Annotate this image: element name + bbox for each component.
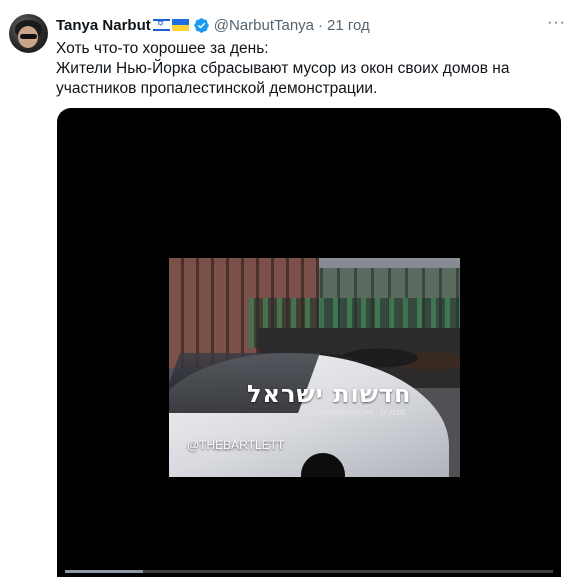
video-progress-bar[interactable] bbox=[65, 570, 553, 573]
flag-ukraine-icon bbox=[171, 19, 189, 31]
tweet-text: Хоть что-то хорошее за день: Жители Нью-… bbox=[56, 39, 561, 99]
video-player[interactable]: חדשות ישראל IsraelNewsLive · מבזקים @THE… bbox=[57, 108, 561, 577]
separator-dot: · bbox=[318, 16, 324, 34]
tweet-text-line: Жители Нью-Йорка сбрасывают мусор из око… bbox=[56, 60, 510, 77]
flag-israel-icon bbox=[152, 18, 170, 31]
more-icon[interactable]: ··· bbox=[547, 14, 566, 32]
tweet[interactable]: Tanya Narbut @NarbutTanya · 21 год ··· Х… bbox=[0, 0, 574, 577]
author-name[interactable]: Tanya Narbut bbox=[56, 17, 151, 34]
tweet-text-line: Хоть что-то хорошее за день: bbox=[56, 40, 269, 57]
video-frame[interactable]: חדשות ישראל IsraelNewsLive · מבזקים @THE… bbox=[169, 258, 460, 477]
author-handle[interactable]: @NarbutTanya bbox=[214, 17, 314, 34]
tweet-text-line: участников пропалестинской демонстрации. bbox=[56, 80, 378, 97]
watermark-hebrew: חדשות ישראל bbox=[247, 380, 412, 408]
timestamp[interactable]: 21 год bbox=[327, 17, 370, 34]
tweet-header: Tanya Narbut @NarbutTanya · 21 год bbox=[56, 16, 370, 34]
watermark-subtitle: IsraelNewsLive · מבזקים bbox=[319, 408, 406, 417]
avatar[interactable] bbox=[9, 14, 48, 53]
avatar-glasses bbox=[20, 34, 37, 39]
watermark-username: @THEBARTLETT bbox=[187, 438, 285, 452]
verified-badge-icon bbox=[193, 17, 209, 33]
video-watermark: חדשות ישראל IsraelNewsLive · מבזקים @THE… bbox=[169, 258, 460, 477]
video-progress-fill bbox=[65, 570, 144, 573]
